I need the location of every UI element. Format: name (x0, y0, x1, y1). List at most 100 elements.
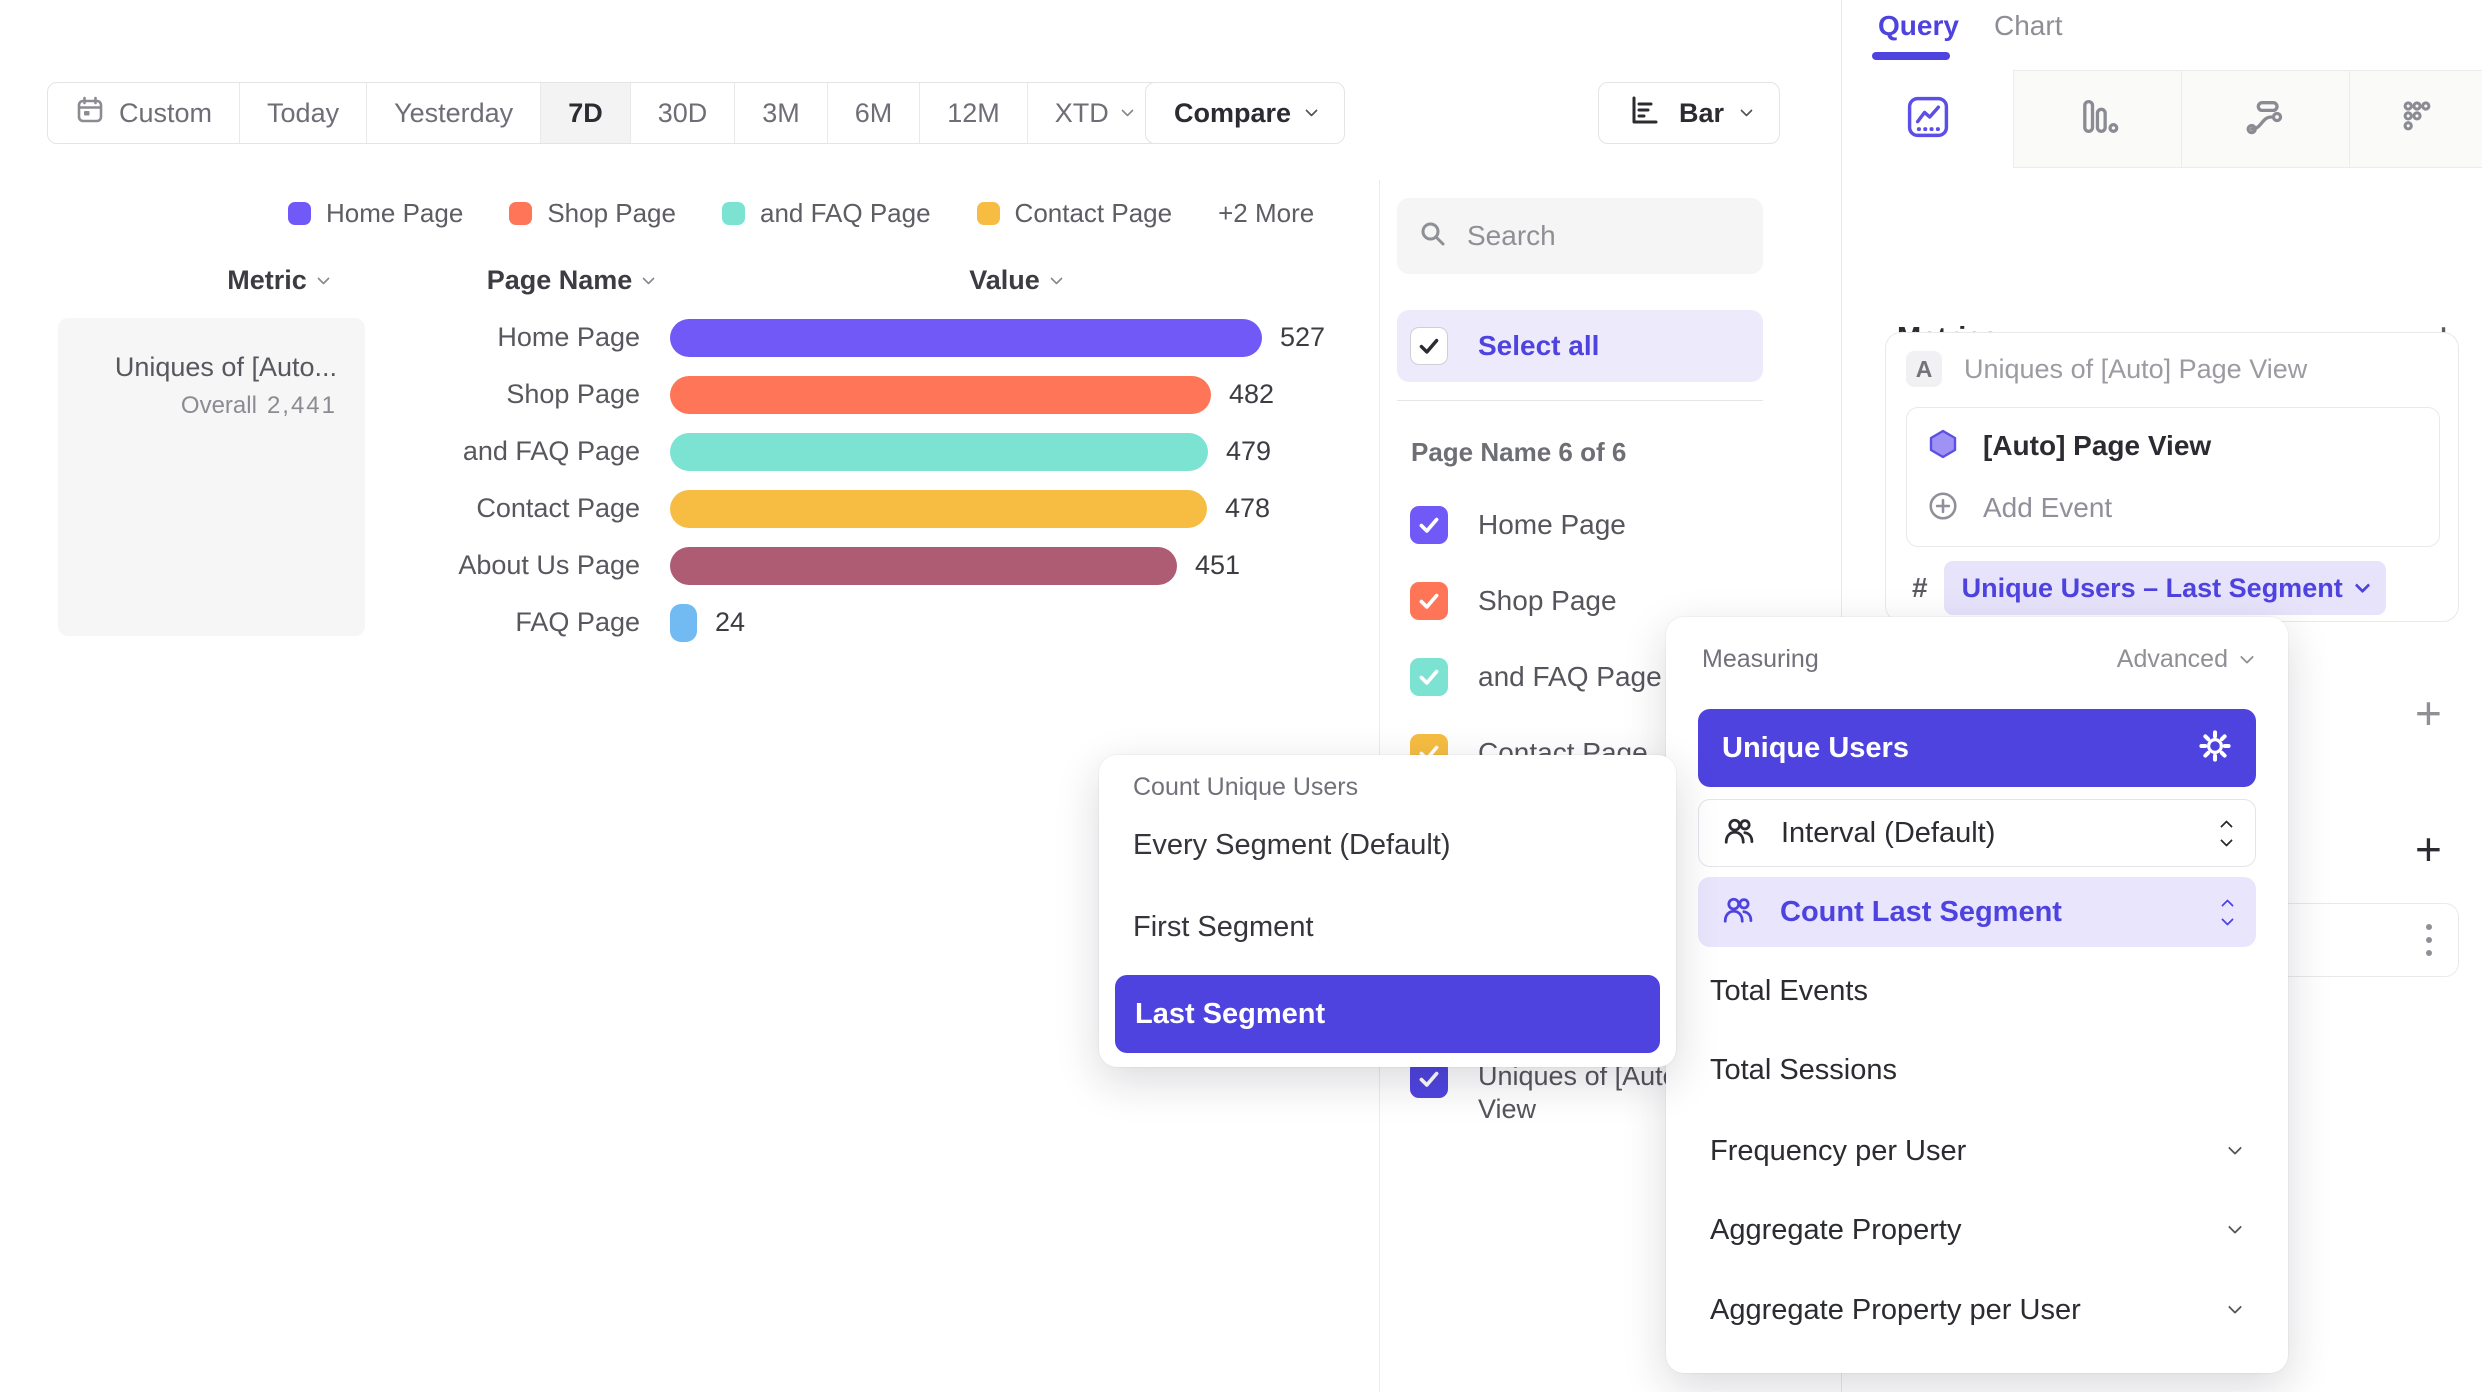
more-options-icon[interactable] (2426, 924, 2432, 956)
measuring-popover: Measuring Advanced Unique Users Interval… (1666, 617, 2288, 1373)
chevron-down-icon (642, 272, 655, 285)
column-header-page-name[interactable]: Page Name (470, 262, 670, 298)
search-input[interactable] (1467, 220, 1717, 252)
measurement-row: # Unique Users – Last Segment (1912, 561, 2386, 615)
date-range-xtd-button[interactable]: XTD (1027, 83, 1159, 143)
legend-item-contact-page[interactable]: Contact Page (977, 198, 1173, 229)
date-range-custom-button[interactable]: Custom (48, 83, 239, 143)
tab-chart[interactable]: Chart (1994, 10, 2062, 42)
count-option-every-segment-default[interactable]: Every Segment (Default) (1133, 819, 1451, 871)
measurement-dropdown[interactable]: Unique Users – Last Segment (1944, 561, 2386, 615)
gear-icon[interactable] (2198, 729, 2232, 768)
report-tab-insights[interactable] (1842, 70, 2013, 168)
date-range-12m-button[interactable]: 12M (919, 83, 1027, 143)
legend-item-label: Home Page (326, 198, 463, 229)
metric-card-title: Uniques of [Auto] Page View (1964, 354, 2307, 385)
checkbox-shop-page[interactable] (1410, 582, 1448, 620)
unique-users-label: Unique Users (1722, 732, 2198, 765)
filter-item-label: Shop Page (1478, 585, 1617, 617)
measuring-option-aggregate-property[interactable]: Aggregate Property (1698, 1206, 2256, 1254)
stepper-icon[interactable] (2222, 822, 2231, 845)
filter-item-and-faq-page[interactable]: and FAQ Page (1410, 655, 1662, 699)
bar-about-us-page[interactable] (670, 547, 1177, 585)
tab-query[interactable]: Query (1878, 10, 1959, 42)
bar-value: 478 (1225, 493, 1270, 524)
stepper-icon[interactable] (2223, 901, 2232, 924)
filter-item-home-page[interactable]: Home Page (1410, 503, 1626, 547)
date-range-3m-button[interactable]: 3M (734, 83, 827, 143)
column-header-value-label: Value (969, 265, 1040, 296)
bar-value: 527 (1280, 322, 1325, 353)
report-tab-flows[interactable] (2181, 70, 2349, 168)
column-header-metric-label: Metric (227, 265, 307, 296)
date-range-yesterday-button[interactable]: Yesterday (366, 83, 540, 143)
people-icon (1722, 894, 1754, 931)
add-event-row[interactable]: Add Event (1927, 484, 2112, 532)
count-option-first-segment[interactable]: First Segment (1133, 901, 1314, 953)
measuring-param-interval-default[interactable]: Interval (Default) (1698, 799, 2256, 867)
search-box (1397, 198, 1763, 274)
event-label: [Auto] Page View (1983, 430, 2211, 462)
metric-cell-overall: Overall 2,441 (58, 392, 337, 420)
overall-label: Overall (181, 392, 257, 419)
date-range-7d-button[interactable]: 7D (540, 83, 630, 143)
column-header-metric[interactable]: Metric (190, 262, 365, 298)
measuring-option-frequency-per-user[interactable]: Frequency per User (1698, 1127, 2256, 1175)
legend-item-home-page[interactable]: Home Page (288, 198, 463, 229)
add-breakdown-button[interactable]: + (2415, 826, 2442, 872)
count-option-last-segment[interactable]: Last Segment (1115, 975, 1660, 1053)
measuring-option-total-events[interactable]: Total Events (1698, 967, 2256, 1015)
metric-card: A Uniques of [Auto] Page View [Auto] Pag… (1885, 332, 2459, 622)
event-row[interactable]: [Auto] Page View (1927, 422, 2211, 470)
bar-label: Shop Page (380, 379, 670, 410)
bar-value: 24 (715, 607, 745, 638)
legend-item-and-faq-page[interactable]: and FAQ Page (722, 198, 931, 229)
metric-cell[interactable]: Uniques of [Auto... Overall2,441 (58, 318, 365, 636)
bar-label: Contact Page (380, 493, 670, 524)
overall-value: 2,441 (267, 392, 337, 419)
report-tab-retention[interactable] (2349, 70, 2482, 168)
measuring-option-aggregate-property-per-user[interactable]: Aggregate Property per User (1698, 1286, 2256, 1334)
option-label: Aggregate Property (1710, 1214, 2230, 1247)
chevron-down-icon (1121, 104, 1134, 117)
date-range-today-button[interactable]: Today (239, 83, 366, 143)
legend-item-shop-page[interactable]: Shop Page (509, 198, 676, 229)
report-type-tabs (1842, 70, 2482, 168)
legend-more-label[interactable]: +2 More (1218, 198, 1314, 229)
date-range-30d-button[interactable]: 30D (630, 83, 735, 143)
checkbox-and-faq-page[interactable] (1410, 658, 1448, 696)
measuring-param-count-last-segment[interactable]: Count Last Segment (1698, 877, 2256, 947)
filter-item-shop-page[interactable]: Shop Page (1410, 579, 1617, 623)
advanced-dropdown[interactable]: Advanced (2117, 645, 2252, 674)
chevron-down-icon (317, 272, 330, 285)
compare-label: Compare (1174, 98, 1291, 129)
bar-home-page[interactable] (670, 319, 1262, 357)
option-label: Aggregate Property per User (1710, 1294, 2230, 1327)
select-all-checkbox[interactable] (1410, 327, 1448, 365)
measuring-option-unique-users[interactable]: Unique Users (1698, 709, 2256, 787)
chevron-down-icon (2228, 1141, 2242, 1155)
add-filter-button[interactable]: + (2415, 690, 2442, 736)
legend-swatch (288, 202, 311, 225)
bar-label: FAQ Page (380, 607, 670, 638)
event-hexagon-icon (1927, 428, 1959, 465)
select-all-row[interactable]: Select all (1397, 310, 1763, 382)
chevron-down-icon (1050, 272, 1063, 285)
checkbox-home-page[interactable] (1410, 506, 1448, 544)
bar-value: 451 (1195, 550, 1240, 581)
measuring-option-total-sessions[interactable]: Total Sessions (1698, 1046, 2256, 1094)
report-tab-funnels[interactable] (2013, 70, 2181, 168)
column-header-value[interactable]: Value (930, 262, 1100, 298)
bar-label: About Us Page (380, 550, 670, 581)
date-range-6m-button[interactable]: 6M (827, 83, 920, 143)
bar-contact-page[interactable] (670, 490, 1207, 528)
chevron-down-icon (2240, 649, 2254, 663)
metric-card-header[interactable]: A Uniques of [Auto] Page View (1906, 351, 2307, 387)
funnels-icon (2076, 95, 2120, 144)
filter-group-label: Page Name 6 of 6 (1411, 437, 1626, 468)
bar-and-faq-page[interactable] (670, 433, 1208, 471)
compare-button[interactable]: Compare (1145, 82, 1345, 144)
bar-shop-page[interactable] (670, 376, 1211, 414)
bar-faq-page[interactable] (670, 604, 697, 642)
count-unique-users-popover: Count Unique Users Every Segment (Defaul… (1099, 755, 1676, 1067)
